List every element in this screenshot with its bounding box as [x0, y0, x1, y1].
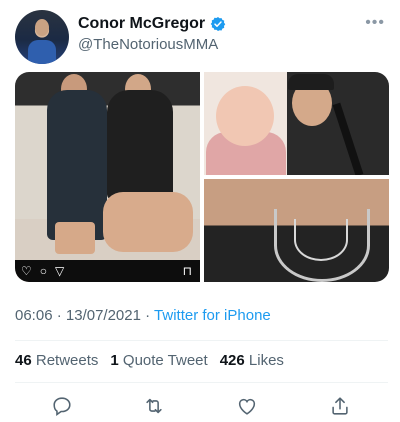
divider	[15, 382, 388, 383]
quotes-stat[interactable]: 1 Quote Tweet	[110, 352, 207, 369]
likes-count: 426	[219, 352, 245, 369]
quotes-count: 1	[110, 352, 119, 369]
tweet-timestamp-row: 06:06 · 13/07/2021 · Twitter for iPhone	[15, 307, 271, 324]
separator: ·	[52, 307, 66, 324]
retweets-label: Retweets	[35, 352, 99, 369]
bookmark-icon: ⊓	[182, 264, 192, 278]
photo-child[interactable]	[204, 72, 389, 175]
share-icon[interactable]	[329, 395, 351, 417]
photo-figure	[103, 192, 193, 252]
author-handle[interactable]: @TheNotoriousMMA	[78, 36, 218, 53]
author-name[interactable]: Conor McGregor	[78, 15, 205, 33]
avatar-head	[35, 19, 49, 36]
tweet-time[interactable]: 06:06	[15, 307, 53, 324]
photo-figure	[55, 222, 95, 254]
engagement-stats: 46 Retweets 1 Quote Tweet 426 Likes	[15, 352, 284, 369]
retweet-icon[interactable]	[143, 395, 165, 417]
photo-figure	[107, 90, 173, 200]
likes-stat[interactable]: 426 Likes	[220, 352, 284, 369]
comment-icon: ○	[39, 264, 48, 278]
heart-icon: ♡	[21, 264, 32, 278]
divider	[15, 340, 388, 341]
media-grid: ♡ ○ ▽ ⊓	[15, 72, 389, 282]
action-bar	[0, 395, 400, 417]
like-icon[interactable]	[236, 395, 258, 417]
retweets-stat[interactable]: 46 Retweets	[15, 352, 98, 369]
photo-gym[interactable]: ♡ ○ ▽ ⊓	[15, 72, 200, 282]
photo-figure	[332, 102, 364, 175]
photo-figure	[294, 219, 348, 261]
photo-chain[interactable]	[204, 179, 389, 282]
avatar-suit	[28, 40, 56, 64]
retweets-count: 46	[15, 352, 32, 369]
tweet-date[interactable]: 13/07/2021	[66, 307, 141, 324]
send-icon: ▽	[55, 264, 65, 278]
author-name-row[interactable]: Conor McGregor	[78, 15, 226, 33]
more-horizontal-icon[interactable]: •••	[365, 14, 385, 32]
tweet-source-link[interactable]: Twitter for iPhone	[154, 307, 271, 324]
photo-figure	[47, 90, 107, 240]
verified-badge-icon	[210, 17, 226, 31]
photo-figure	[288, 74, 334, 90]
quotes-label: Quote Tweet	[122, 352, 208, 369]
photo-figure	[216, 86, 274, 146]
avatar[interactable]	[15, 10, 69, 64]
separator: ·	[140, 307, 155, 324]
likes-label: Likes	[248, 352, 284, 369]
reply-icon[interactable]	[51, 395, 73, 417]
instagram-overlay-bar: ♡ ○ ▽ ⊓	[15, 260, 200, 282]
